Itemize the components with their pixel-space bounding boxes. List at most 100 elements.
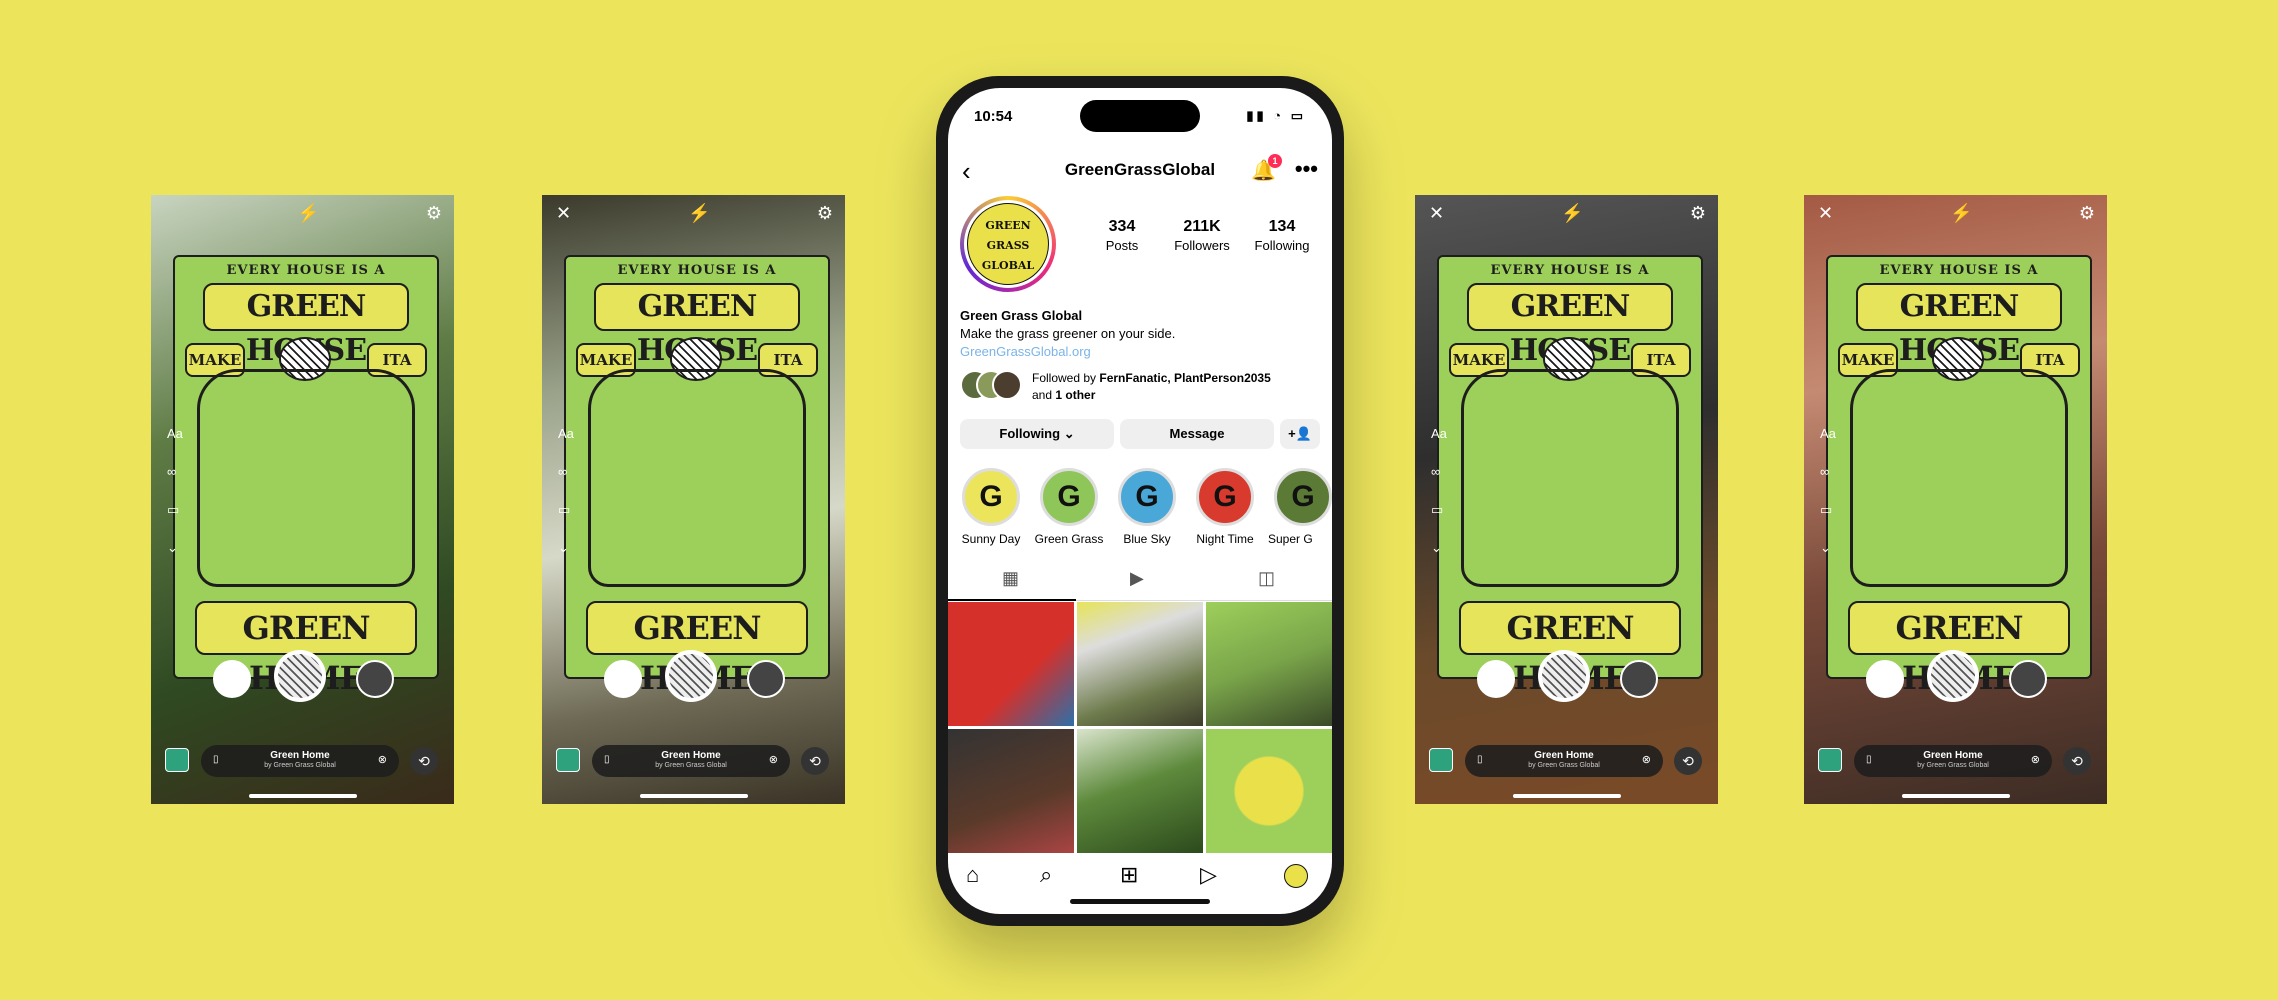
chevron-down-icon[interactable]: ⌄ (558, 529, 574, 567)
highlight-item[interactable]: G Sunny Day (956, 468, 1026, 546)
notification-badge: 1 (1268, 154, 1282, 168)
settings-icon[interactable]: ⚙ (2079, 203, 2095, 224)
search-icon[interactable]: ⌕ (1040, 862, 1052, 888)
chevron-down-icon[interactable]: ⌄ (1431, 529, 1447, 567)
bookmark-icon[interactable]: ▯ (1866, 754, 1872, 765)
stat-following[interactable]: 134 Following (1242, 218, 1322, 253)
capture-button[interactable] (1538, 650, 1590, 702)
grid-post[interactable] (948, 729, 1074, 853)
grid-icon[interactable]: ▦ (1002, 568, 1019, 589)
layout-icon[interactable]: ▭ (167, 491, 183, 529)
effect-home-icon[interactable] (1477, 660, 1515, 698)
infinity-icon[interactable]: ∞ (1431, 453, 1447, 491)
capture-button[interactable] (665, 650, 717, 702)
highlight-item[interactable]: G Super G (1268, 468, 1332, 546)
music-artist: by Green Grass Global (1528, 762, 1600, 769)
bio-link[interactable]: GreenGrassGlobal.org (960, 343, 1175, 361)
gallery-thumbnail[interactable] (1429, 748, 1453, 772)
flash-off-icon[interactable]: ⚡ (1950, 203, 1972, 224)
settings-icon[interactable]: ⚙ (426, 203, 442, 224)
stat-posts[interactable]: 334 Posts (1082, 218, 1162, 253)
flip-camera-icon[interactable]: ⟲ (410, 747, 438, 775)
highlight-item[interactable]: G Green Grass (1034, 468, 1104, 546)
capture-button[interactable] (1927, 650, 1979, 702)
more-options-icon[interactable]: ••• (1295, 156, 1318, 182)
close-icon[interactable]: ✕ (556, 203, 571, 224)
layout-icon[interactable]: ▭ (1820, 491, 1836, 529)
music-sticker[interactable]: ▯ Green Home by Green Grass Global ⊗ (201, 745, 399, 777)
create-icon[interactable]: ⊞ (1120, 862, 1138, 888)
infinity-icon[interactable]: ∞ (167, 453, 183, 491)
reels-icon[interactable]: ▷ (1200, 862, 1217, 888)
profile-icon[interactable] (1284, 864, 1308, 888)
grid-post[interactable] (1077, 602, 1203, 726)
chevron-down-icon[interactable]: ⌄ (167, 529, 183, 567)
flash-off-icon[interactable]: ⚡ (297, 203, 319, 224)
message-button[interactable]: Message (1120, 419, 1274, 449)
flash-off-icon[interactable]: ⚡ (688, 203, 710, 224)
highlight-item[interactable]: G Night Time (1190, 468, 1260, 546)
stat-label: Following (1254, 238, 1310, 253)
infinity-icon[interactable]: ∞ (558, 453, 574, 491)
close-icon[interactable]: ⊗ (1642, 753, 1651, 766)
effect-avatar-icon[interactable] (356, 660, 394, 698)
bookmark-icon[interactable]: ▯ (1477, 754, 1483, 765)
effect-home-icon[interactable] (604, 660, 642, 698)
capture-button[interactable] (274, 650, 326, 702)
effect-avatar-icon[interactable] (1620, 660, 1658, 698)
layout-icon[interactable]: ▭ (1431, 491, 1447, 529)
story-side-tools[interactable]: Aa ∞ ▭ ⌄ (558, 415, 574, 567)
home-icon[interactable]: ⌂ (966, 862, 979, 888)
flip-camera-icon[interactable]: ⟲ (801, 747, 829, 775)
grid-post[interactable] (948, 602, 1074, 726)
text-tool[interactable]: Aa (1820, 415, 1836, 453)
gallery-thumbnail[interactable] (556, 748, 580, 772)
flip-camera-icon[interactable]: ⟲ (2063, 747, 2091, 775)
settings-icon[interactable]: ⚙ (1690, 203, 1706, 224)
effect-avatar-icon[interactable] (2009, 660, 2047, 698)
effect-avatar-icon[interactable] (747, 660, 785, 698)
grid-post[interactable] (1206, 729, 1332, 853)
chevron-down-icon[interactable]: ⌄ (1820, 529, 1836, 567)
close-icon[interactable]: ✕ (1429, 203, 1444, 224)
gallery-thumbnail[interactable] (1818, 748, 1842, 772)
profile-navbar: ‹ GreenGrassGlobal 🔔 1 ••• (948, 154, 1332, 186)
grid-post[interactable] (1206, 602, 1332, 726)
arrow-g-icon: G (1057, 480, 1081, 513)
text-tool[interactable]: Aa (167, 415, 183, 453)
bookmark-icon[interactable]: ▯ (604, 754, 610, 765)
flip-camera-icon[interactable]: ⟲ (1674, 747, 1702, 775)
music-sticker[interactable]: ▯ Green Home by Green Grass Global ⊗ (1465, 745, 1663, 777)
infinity-icon[interactable]: ∞ (1820, 453, 1836, 491)
layout-icon[interactable]: ▭ (558, 491, 574, 529)
close-icon[interactable]: ⊗ (2031, 753, 2040, 766)
music-sticker[interactable]: ▯ Green Home by Green Grass Global ⊗ (592, 745, 790, 777)
story-side-tools[interactable]: Aa ∞ ▭ ⌄ (167, 415, 183, 567)
tagged-icon[interactable]: ◫ (1258, 568, 1275, 589)
effect-home-icon[interactable] (1866, 660, 1904, 698)
stat-followers[interactable]: 211K Followers (1162, 218, 1242, 253)
settings-icon[interactable]: ⚙ (817, 203, 833, 224)
text-tool[interactable]: Aa (558, 415, 574, 453)
music-sticker[interactable]: ▯ Green Home by Green Grass Global ⊗ (1854, 745, 2052, 777)
add-person-icon[interactable]: +👤 (1280, 419, 1320, 449)
bookmark-icon[interactable]: ▯ (213, 754, 219, 765)
profile-stats: 334 Posts 211K Followers 134 Following (1082, 218, 1326, 258)
avatar-logo: GREEN GRASS GLOBAL (967, 203, 1049, 285)
highlight-item[interactable]: G Blue Sky (1112, 468, 1182, 546)
text-tool[interactable]: Aa (1431, 415, 1447, 453)
close-icon[interactable]: ✕ (1818, 203, 1833, 224)
effect-home-icon[interactable] (213, 660, 251, 698)
grid-post[interactable] (1077, 729, 1203, 853)
reels-icon[interactable]: ▶ (1130, 568, 1144, 589)
close-icon[interactable]: ⊗ (378, 753, 387, 766)
close-icon[interactable]: ⊗ (769, 753, 778, 766)
phone-mockup: 10:54 ▮▮ ◔ ▭ ‹ GreenGrassGlobal 🔔 1 ••• … (936, 76, 1344, 926)
flash-off-icon[interactable]: ⚡ (1561, 203, 1583, 224)
poster-window (1461, 369, 1679, 587)
story-side-tools[interactable]: Aa ∞ ▭ ⌄ (1431, 415, 1447, 567)
following-button[interactable]: Following ⌄ (960, 419, 1114, 449)
profile-avatar[interactable]: GREEN GRASS GLOBAL (960, 196, 1056, 292)
gallery-thumbnail[interactable] (165, 748, 189, 772)
story-side-tools[interactable]: Aa ∞ ▭ ⌄ (1820, 415, 1836, 567)
